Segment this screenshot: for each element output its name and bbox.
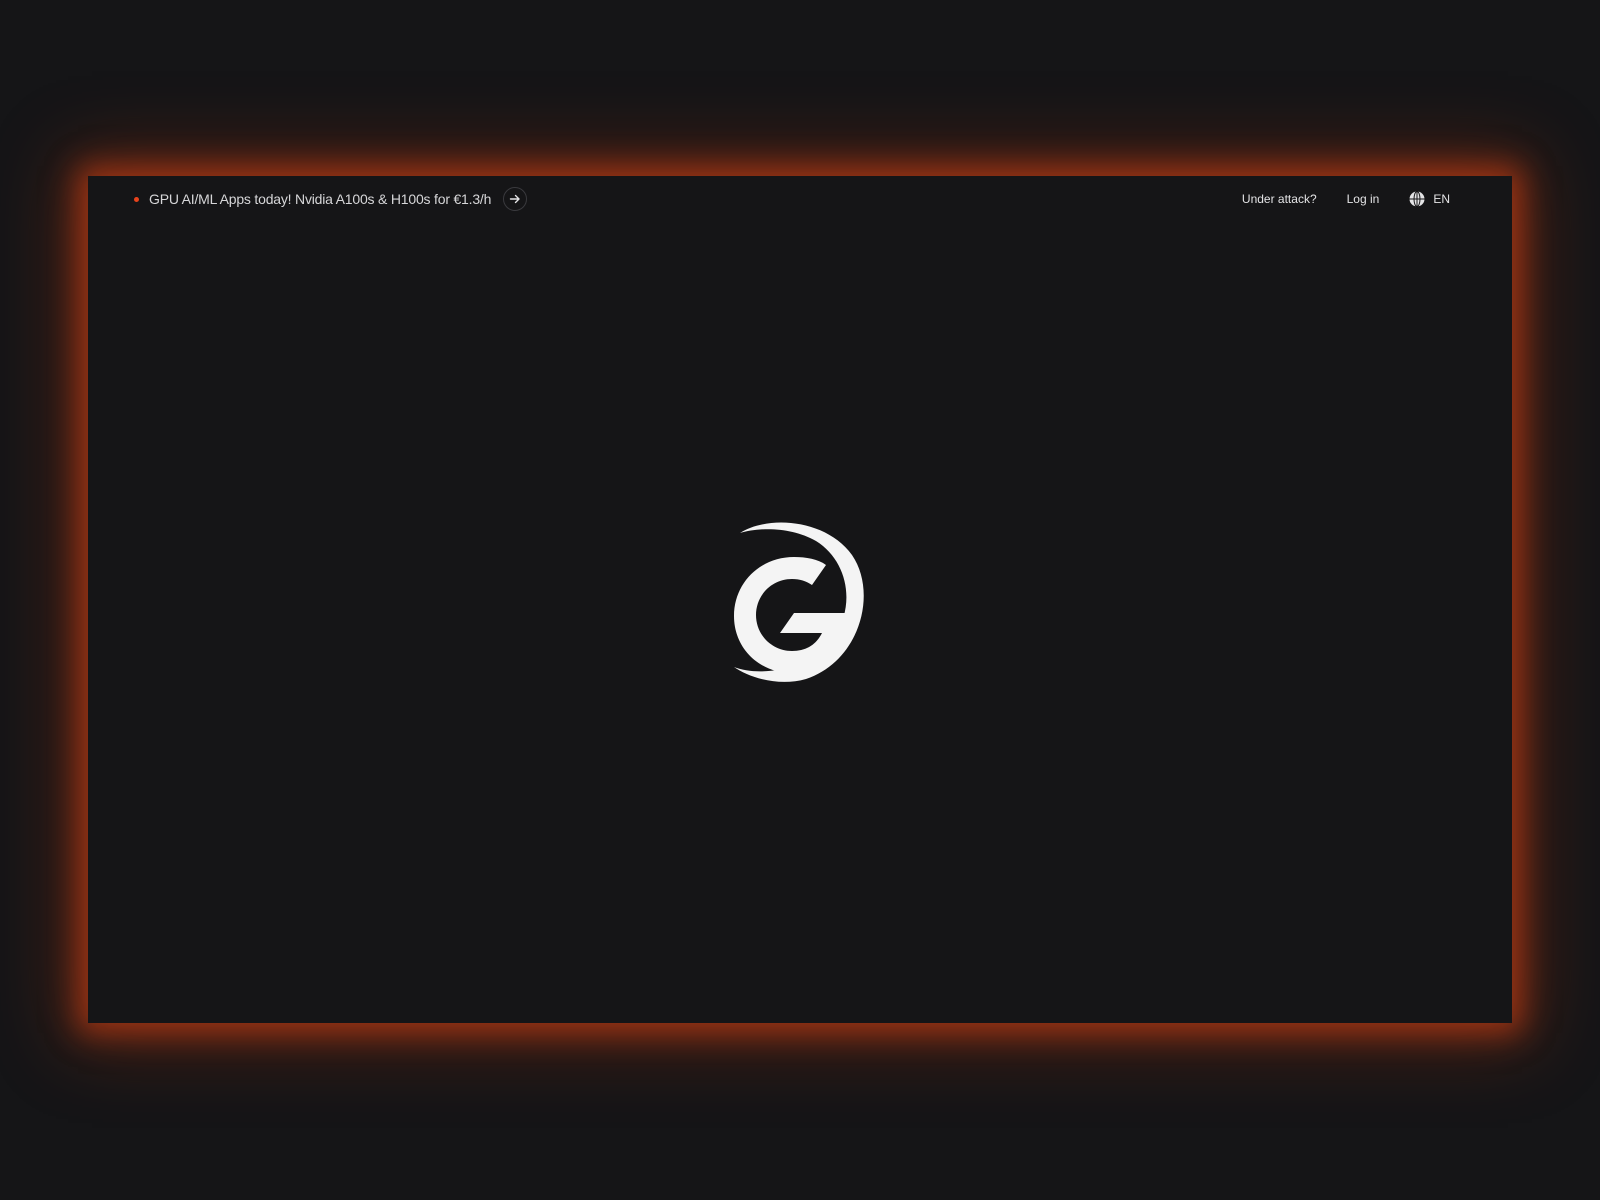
promo-text[interactable]: GPU AI/ML Apps today! Nvidia A100s & H10…: [149, 191, 491, 207]
promo-dot-icon: [134, 196, 139, 202]
brand-logo: [730, 521, 870, 683]
language-label: EN: [1433, 192, 1450, 206]
language-selector[interactable]: EN: [1409, 191, 1450, 207]
main-panel: GPU AI/ML Apps today! Nvidia A100s & H10…: [88, 176, 1512, 1023]
arrow-right-icon: [510, 194, 520, 204]
globe-icon: [1409, 191, 1425, 207]
login-link[interactable]: Log in: [1347, 192, 1380, 206]
under-attack-link[interactable]: Under attack?: [1242, 192, 1317, 206]
top-nav: Under attack? Log in EN: [1242, 191, 1450, 207]
g-logo-icon: [734, 522, 864, 682]
promo-banner[interactable]: GPU AI/ML Apps today! Nvidia A100s & H10…: [134, 187, 528, 211]
top-bar: GPU AI/ML Apps today! Nvidia A100s & H10…: [88, 176, 1512, 222]
promo-arrow-button[interactable]: [503, 187, 528, 211]
